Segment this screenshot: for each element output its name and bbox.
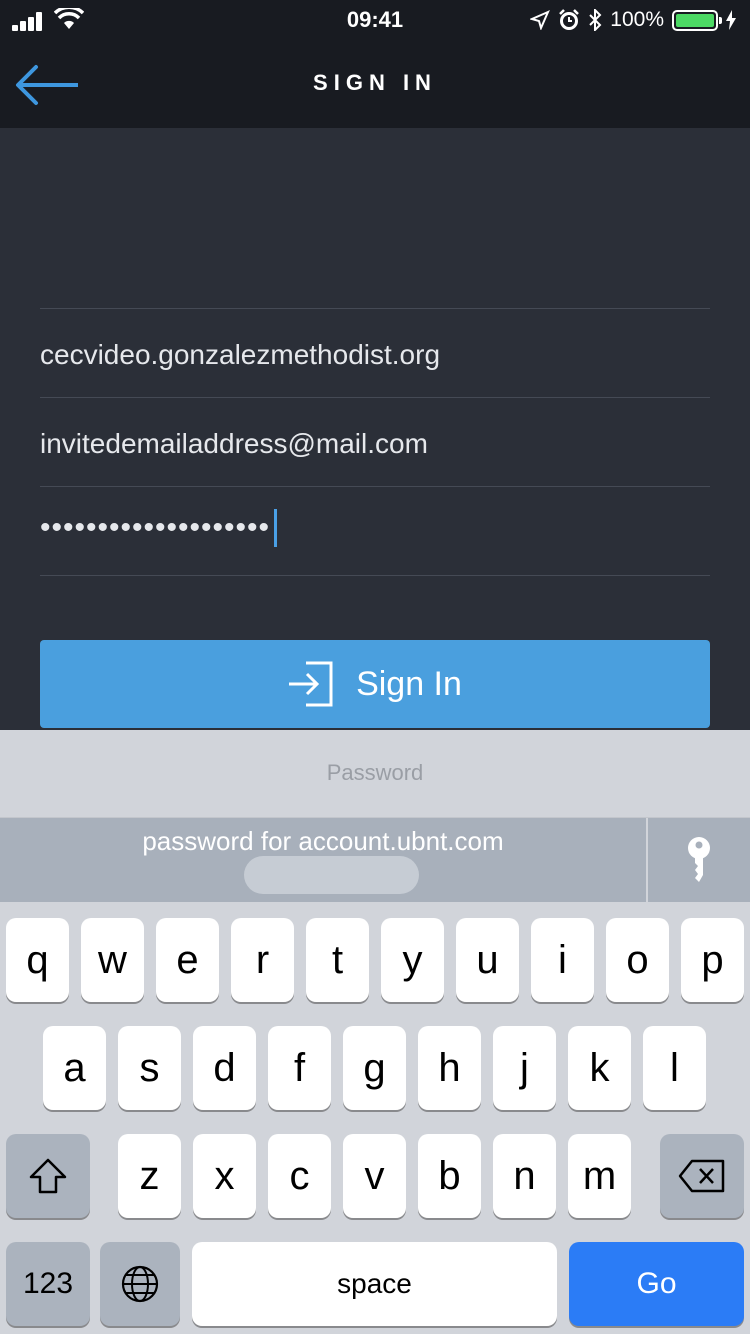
status-right: 100%: [530, 6, 736, 34]
key-k-label: k: [589, 1045, 610, 1090]
sign-in-icon: [289, 661, 333, 707]
key-m-label: m: [582, 1153, 617, 1198]
key-g-label: g: [363, 1045, 386, 1090]
key-i-label: i: [558, 937, 567, 982]
key-n[interactable]: n: [493, 1134, 556, 1218]
key-l-label: l: [670, 1045, 679, 1090]
suggestion-text: password for account.ubnt.com: [142, 826, 504, 856]
page-title: SIGN IN: [313, 70, 437, 95]
globe-icon: [121, 1265, 159, 1303]
key-h[interactable]: h: [418, 1026, 481, 1110]
key-u[interactable]: u: [456, 918, 519, 1002]
sign-in-button[interactable]: Sign In: [40, 640, 710, 728]
numbers-key[interactable]: 123: [6, 1242, 90, 1326]
alarm-icon: [559, 9, 580, 30]
space-key[interactable]: space: [192, 1242, 557, 1326]
globe-key[interactable]: [100, 1242, 180, 1326]
key-b[interactable]: b: [418, 1134, 481, 1218]
space-key-label: space: [337, 1268, 412, 1299]
key-t-label: t: [331, 937, 344, 982]
key-icon: [688, 837, 710, 882]
key-q[interactable]: q: [6, 918, 69, 1002]
key-a-label: a: [63, 1045, 86, 1090]
email-field[interactable]: invitedemailaddress@mail.com: [40, 397, 710, 486]
redacted-username: [244, 856, 419, 894]
bluetooth-icon: [589, 9, 602, 31]
key-d[interactable]: d: [193, 1026, 256, 1110]
battery-percent: 100%: [610, 8, 664, 31]
sign-in-label: Sign In: [356, 664, 462, 703]
key-u-label: u: [476, 937, 499, 982]
key-z-label: z: [139, 1153, 160, 1198]
key-p[interactable]: p: [681, 918, 744, 1002]
key-r-label: r: [255, 937, 270, 982]
keyboard-field-label: Password: [0, 730, 750, 818]
key-e-label: e: [176, 937, 199, 982]
key-e[interactable]: e: [156, 918, 219, 1002]
battery-icon: [672, 9, 722, 31]
status-bar: 09:41 100%: [0, 0, 750, 40]
numbers-key-label: 123: [22, 1267, 74, 1300]
key-z[interactable]: z: [118, 1134, 181, 1218]
shift-icon: [29, 1158, 67, 1194]
key-j-label: j: [520, 1045, 529, 1090]
charging-icon: [726, 10, 736, 30]
key-a[interactable]: a: [43, 1026, 106, 1110]
server-value: cecvideo.gonzalezmethodist.org: [40, 339, 441, 370]
key-n-label: n: [513, 1153, 536, 1198]
key-m[interactable]: m: [568, 1134, 631, 1218]
key-v[interactable]: v: [343, 1134, 406, 1218]
key-i[interactable]: i: [531, 918, 594, 1002]
password-field[interactable]: ••••••••••••••••••••: [40, 486, 710, 576]
key-d-label: d: [213, 1045, 236, 1090]
key-y[interactable]: y: [381, 918, 444, 1002]
key-c[interactable]: c: [268, 1134, 331, 1218]
email-value: invitedemailaddress@mail.com: [40, 428, 428, 459]
key-x-label: x: [214, 1153, 235, 1198]
server-field[interactable]: cecvideo.gonzalezmethodist.org: [40, 308, 710, 397]
key-g[interactable]: g: [343, 1026, 406, 1110]
key-c-label: c: [289, 1153, 310, 1198]
key-s-label: s: [139, 1045, 160, 1090]
key-p-label: p: [701, 937, 724, 982]
key-v-label: v: [364, 1153, 385, 1198]
backspace-icon: [678, 1159, 725, 1193]
delete-key[interactable]: [660, 1134, 744, 1218]
key-t[interactable]: t: [306, 918, 369, 1002]
location-icon: [530, 10, 551, 30]
key-r[interactable]: r: [231, 918, 294, 1002]
key-q-label: q: [26, 937, 49, 982]
key-o[interactable]: o: [606, 918, 669, 1002]
go-key[interactable]: Go: [569, 1242, 744, 1326]
key-f-label: f: [293, 1045, 306, 1090]
key-j[interactable]: j: [493, 1026, 556, 1110]
password-suggestion[interactable]: password for account.ubnt.com: [0, 818, 646, 902]
shift-key[interactable]: [6, 1134, 90, 1218]
key-y-label: y: [402, 937, 423, 982]
password-value: ••••••••••••••••••••: [40, 511, 271, 544]
text-cursor: [274, 509, 278, 547]
key-w[interactable]: w: [81, 918, 144, 1002]
key-s[interactable]: s: [118, 1026, 181, 1110]
key-w-label: w: [98, 937, 127, 982]
key-o-label: o: [626, 937, 649, 982]
key-k[interactable]: k: [568, 1026, 631, 1110]
key-l[interactable]: l: [643, 1026, 706, 1110]
key-f[interactable]: f: [268, 1026, 331, 1110]
header: 09:41 100% SIGN IN: [0, 0, 750, 128]
key-x[interactable]: x: [193, 1134, 256, 1218]
passwords-key-button[interactable]: [648, 818, 750, 902]
go-key-label: Go: [636, 1267, 677, 1300]
key-b-label: b: [438, 1153, 461, 1198]
key-h-label: h: [438, 1045, 461, 1090]
